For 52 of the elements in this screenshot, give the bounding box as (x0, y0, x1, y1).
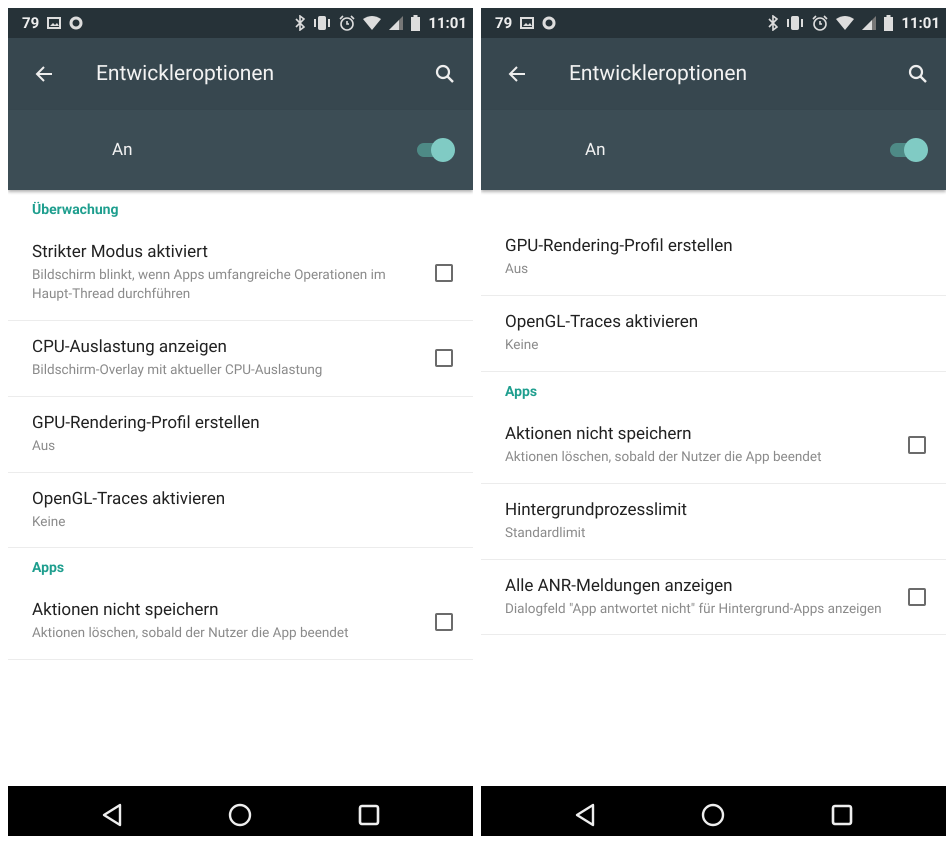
setting-value: Standardlimit (505, 524, 586, 543)
alarm-clock-icon (339, 15, 356, 31)
setting-title[interactable]: Aktionen nicht speichern (32, 600, 415, 620)
setting-title[interactable]: CPU-Auslastung anzeigen (32, 336, 415, 357)
wifi-icon (836, 16, 854, 30)
section-header: Apps (31, 559, 66, 578)
status-time: 11:01 (901, 14, 940, 32)
status-number: 79 (22, 14, 40, 32)
signal-icon (862, 16, 876, 30)
status-time: 11:01 (428, 14, 467, 32)
setting-value: Aus (505, 260, 530, 279)
image-icon (520, 17, 534, 29)
setting-title[interactable]: GPU-Rendering-Profil erstellen (505, 236, 926, 256)
setting-value: Aus (32, 436, 56, 456)
checkbox[interactable] (435, 264, 453, 282)
status-number: 79 (495, 14, 512, 32)
setting-title[interactable]: Hintergrundprozesslimit (505, 500, 926, 520)
bluetooth-icon (295, 15, 306, 31)
signal-icon (389, 16, 404, 30)
setting-title[interactable]: OpenGL-Traces aktivieren (32, 488, 453, 509)
section-header: Überwachung (31, 200, 120, 220)
toolbar-title: Entwickleroptionen (96, 62, 276, 86)
setting-title[interactable]: Strikter Modus aktiviert (32, 242, 415, 262)
checkbox[interactable] (908, 436, 926, 454)
setting-title[interactable]: OpenGL-Traces aktivieren (505, 312, 926, 332)
setting-summary: Aktionen löschen, sobald der Nutzer die App beendet (32, 624, 350, 644)
bluetooth-icon (768, 15, 778, 31)
vibrate-icon (313, 15, 332, 31)
toggle-switch[interactable] (888, 138, 928, 162)
setting-summary: Bildschirm blinkt, wenn Apps umfangreiche Operationen im Haupt-Thread durchführen (32, 266, 387, 304)
battery-icon (411, 15, 420, 31)
wifi-icon (363, 16, 382, 30)
image-icon (47, 17, 62, 29)
checkbox[interactable] (435, 349, 453, 368)
switch-label: An (585, 140, 606, 160)
setting-title[interactable]: GPU-Rendering-Profil erstellen (32, 412, 453, 433)
toolbar-title: Entwickleroptionen (569, 62, 748, 86)
setting-value: Keine (32, 512, 66, 532)
checkbox[interactable] (908, 588, 926, 606)
section-header: Apps (504, 382, 538, 402)
checkbox[interactable] (435, 612, 453, 631)
setting-title[interactable]: Aktionen nicht speichern (505, 424, 888, 444)
setting-summary: Aktionen löschen, sobald der Nutzer die App beendet (505, 448, 822, 467)
alarm-clock-icon (812, 15, 828, 31)
vibrate-icon (786, 15, 804, 31)
switch-label: An (112, 140, 134, 160)
setting-summary: Bildschirm-Overlay mit aktueller CPU-Auslastung (32, 360, 324, 380)
setting-summary: Dialogfeld "App antwortet nicht" für Hintergrund-Apps anzeigen (505, 600, 883, 618)
setting-title[interactable]: Alle ANR-Meldungen anzeigen (505, 576, 888, 596)
toggle-switch[interactable] (415, 138, 455, 162)
battery-icon (884, 15, 894, 31)
setting-value: Keine (505, 336, 540, 355)
